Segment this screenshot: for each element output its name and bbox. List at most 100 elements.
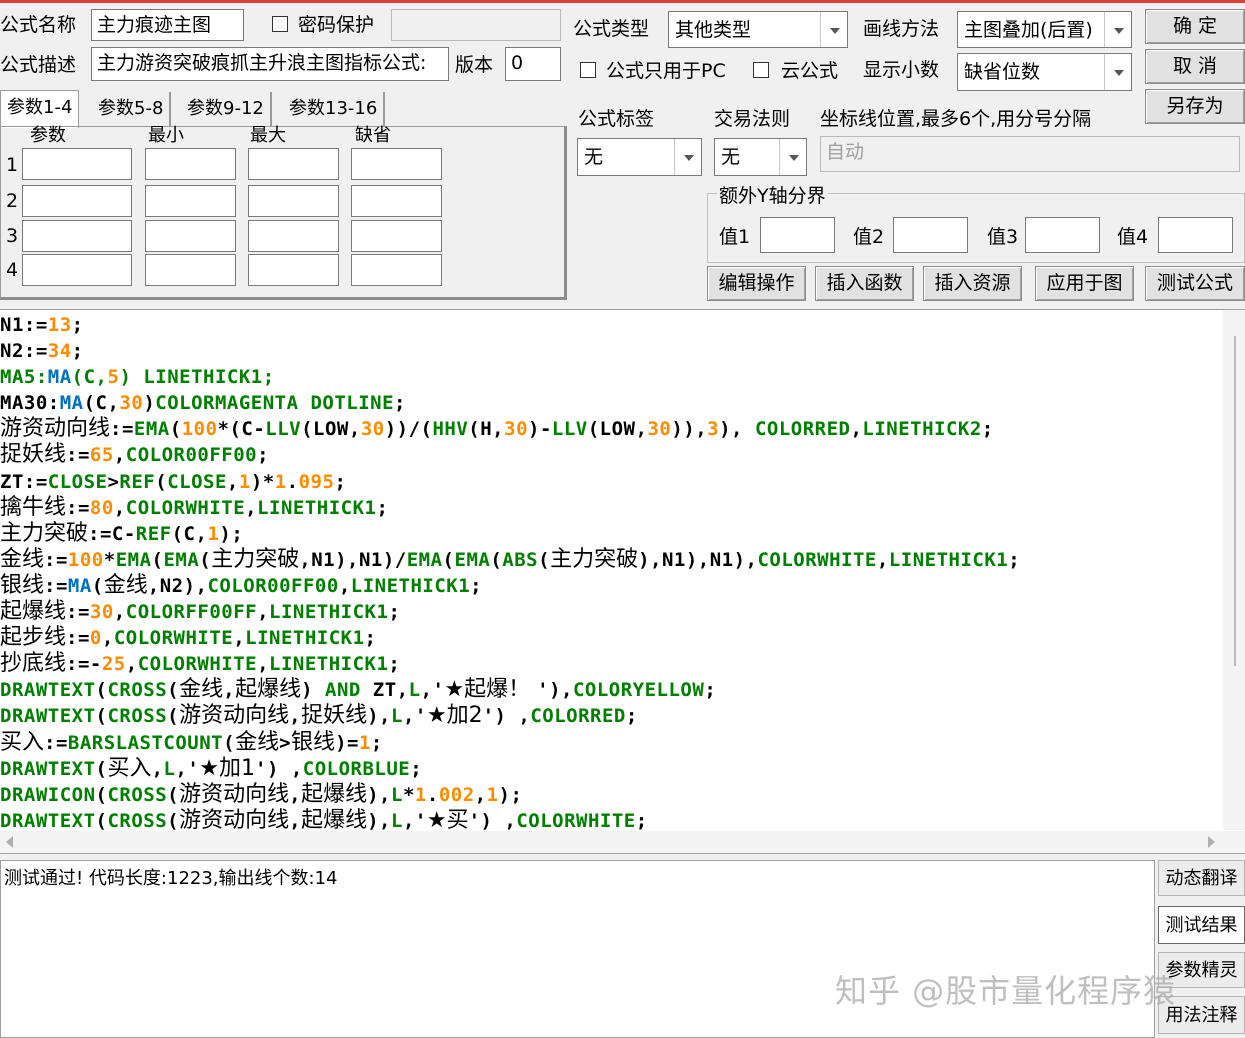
formula-desc-input[interactable]: 主力游资突破痕抓主升浪主图指标公式: bbox=[91, 47, 449, 81]
cancel-button[interactable]: 取 消 bbox=[1145, 49, 1245, 84]
save-as-button[interactable]: 另存为 bbox=[1145, 89, 1245, 124]
horizontal-scrollbar[interactable] bbox=[0, 831, 1245, 853]
param-min-input[interactable] bbox=[145, 148, 236, 180]
param-max-input[interactable] bbox=[248, 254, 339, 286]
scrollbar-thumb[interactable] bbox=[1234, 336, 1236, 666]
code-line[interactable]: 起爆线:=30,COLORFF00FF,LINETHICK1; bbox=[0, 599, 1020, 625]
chevron-down-icon[interactable] bbox=[674, 139, 701, 175]
code-line[interactable]: 银线:=MA(金线,N2),COLOR00FF00,LINETHICK1; bbox=[0, 573, 1020, 599]
code-token: , bbox=[245, 496, 258, 519]
code-token: 银线 bbox=[0, 572, 45, 598]
code-line[interactable]: 起步线:=0,COLORWHITE,LINETHICK1; bbox=[0, 625, 1020, 651]
chevron-down-icon[interactable] bbox=[1104, 54, 1131, 90]
code-line[interactable]: 金线:=100*EMA(EMA(主力突破,N1),N1)/EMA(EMA(ABS… bbox=[0, 547, 1020, 573]
code-line[interactable]: MA30:MA(C,30)COLORMAGENTA DOTLINE; bbox=[0, 390, 1020, 416]
code-token: ( bbox=[199, 548, 212, 571]
code-line[interactable]: DRAWTEXT(CROSS(金线,起爆线) AND ZT,L,'★起爆！ ')… bbox=[0, 677, 1020, 703]
param-name-input[interactable] bbox=[22, 220, 132, 252]
code-line[interactable]: 捉妖线:=65,COLOR00FF00; bbox=[0, 442, 1020, 468]
code-token: 65 bbox=[89, 444, 114, 467]
scroll-right-icon[interactable] bbox=[1208, 836, 1215, 848]
code-token: := bbox=[66, 444, 90, 467]
password-checkbox[interactable] bbox=[272, 16, 288, 32]
code-line[interactable]: N2:=34; bbox=[0, 338, 1020, 364]
code-text[interactable]: N1:=13; N2:=34; MA5:MA(C,5) LINETHICK1; MA3… bbox=[0, 312, 1020, 834]
chevron-down-icon[interactable] bbox=[820, 12, 847, 47]
chevron-down-icon[interactable] bbox=[779, 139, 806, 175]
value2-input[interactable] bbox=[893, 217, 968, 253]
code-token: 1 bbox=[358, 731, 371, 754]
code-token: CLOSE bbox=[47, 470, 108, 493]
value3-input[interactable] bbox=[1025, 217, 1100, 253]
code-token: 30 bbox=[504, 418, 529, 441]
param-min-input[interactable] bbox=[145, 185, 236, 217]
param-default-input[interactable] bbox=[351, 220, 442, 252]
axis-position-input[interactable]: 自动 bbox=[820, 136, 1240, 172]
code-line[interactable]: N1:=13; bbox=[0, 312, 1020, 338]
formula-name-input[interactable]: 主力痕迹主图 bbox=[91, 9, 244, 41]
code-line[interactable]: DRAWICON(CROSS(游资动向线,起爆线),L*1.002,1); bbox=[0, 782, 1020, 808]
code-line[interactable]: 抄底线:=-25,COLORWHITE,LINETHICK1; bbox=[0, 651, 1020, 677]
tab-params-9-12[interactable]: 参数9-12 bbox=[181, 92, 272, 126]
code-line[interactable]: DRAWTEXT(买入,L,'★加1') ,COLORBLUE; bbox=[0, 756, 1020, 782]
trade-rule-select[interactable]: 无 bbox=[714, 138, 807, 176]
param-name-input[interactable] bbox=[22, 254, 132, 286]
param-min-input[interactable] bbox=[145, 254, 236, 286]
code-token: ; bbox=[388, 601, 401, 624]
param-row-label: 1 bbox=[6, 154, 19, 176]
param-max-input[interactable] bbox=[248, 148, 339, 180]
code-token: := bbox=[44, 548, 68, 571]
param-row-label: 2 bbox=[6, 190, 19, 212]
code-line[interactable]: MA5:MA(C,5) LINETHICK1; bbox=[0, 364, 1020, 390]
cloud-checkbox[interactable] bbox=[753, 62, 769, 78]
tab-params-1-4[interactable]: 参数1-4 bbox=[0, 90, 80, 128]
test-result-text: 测试通过! 代码长度:1223,输出线个数:14 bbox=[4, 868, 338, 889]
code-line[interactable]: 主力突破:=C-REF(C,1); bbox=[0, 521, 1020, 547]
dynamic-translate-button[interactable]: 动态翻译 bbox=[1158, 860, 1245, 896]
formula-tag-value: 无 bbox=[584, 146, 604, 168]
code-token: (C, bbox=[171, 522, 208, 545]
code-token: COLORRED bbox=[754, 418, 851, 441]
insert-resource-button[interactable]: 插入资源 bbox=[923, 266, 1022, 301]
show-decimal-select[interactable]: 缺省位数 bbox=[957, 53, 1132, 91]
value1-label: 值1 bbox=[719, 226, 751, 248]
code-line[interactable]: DRAWTEXT(CROSS(游资动向线,捉妖线),L,'★加2') ,COLO… bbox=[0, 703, 1020, 729]
pc-only-checkbox[interactable] bbox=[580, 62, 596, 78]
param-name-input[interactable] bbox=[22, 148, 132, 180]
code-line[interactable]: DRAWTEXT(CROSS(游资动向线,起爆线),L,'★买') ,COLOR… bbox=[0, 808, 1020, 834]
param-default-input[interactable] bbox=[351, 254, 442, 286]
draw-method-select[interactable]: 主图叠加(后置) bbox=[957, 11, 1132, 48]
param-max-input[interactable] bbox=[248, 220, 339, 252]
test-result-button[interactable]: 测试结果 bbox=[1158, 906, 1245, 944]
tab-params-13-16[interactable]: 参数13-16 bbox=[283, 92, 386, 126]
param-default-input[interactable] bbox=[351, 185, 442, 217]
apply-to-chart-button[interactable]: 应用于图 bbox=[1035, 266, 1134, 301]
param-default-input[interactable] bbox=[351, 148, 442, 180]
code-line[interactable]: ZT:=CLOSE>REF(CLOSE,1)*1.095; bbox=[0, 469, 1020, 495]
code-token: , bbox=[151, 757, 164, 780]
code-token: 起爆线 bbox=[0, 599, 67, 625]
param-min-input[interactable] bbox=[145, 220, 236, 252]
param-max-input[interactable] bbox=[248, 185, 339, 217]
scroll-left-icon[interactable] bbox=[6, 836, 13, 848]
ok-button[interactable]: 确 定 bbox=[1145, 9, 1245, 44]
param-name-input[interactable] bbox=[22, 185, 132, 217]
code-line[interactable]: 擒牛线:=80,COLORWHITE,LINETHICK1; bbox=[0, 495, 1020, 521]
edit-operation-button[interactable]: 编辑操作 bbox=[707, 266, 806, 301]
test-formula-button[interactable]: 测试公式 bbox=[1145, 266, 1245, 301]
formula-type-select[interactable]: 其他类型 bbox=[668, 11, 848, 48]
formula-tag-select[interactable]: 无 bbox=[577, 138, 702, 176]
chevron-down-icon[interactable] bbox=[1104, 12, 1131, 47]
tab-params-5-8[interactable]: 参数5-8 bbox=[92, 92, 172, 126]
version-input[interactable]: 0 bbox=[505, 47, 561, 81]
code-editor[interactable]: N1:=13; N2:=34; MA5:MA(C,5) LINETHICK1; MA3… bbox=[0, 309, 1245, 854]
code-token: 买入 bbox=[107, 755, 152, 781]
insert-function-button[interactable]: 插入函数 bbox=[815, 266, 914, 301]
code-token: (LOW, bbox=[301, 418, 361, 441]
code-line[interactable]: 游资动向线:=EMA(100*(C-LLV(LOW,30))/(HHV(H,30… bbox=[0, 416, 1020, 442]
code-line[interactable]: 买入:=BARSLASTCOUNT(金线>银线)=1; bbox=[0, 730, 1020, 756]
value4-input[interactable] bbox=[1158, 217, 1233, 253]
value1-input[interactable] bbox=[760, 217, 835, 253]
vertical-scrollbar[interactable] bbox=[1223, 310, 1245, 830]
code-token: LINETHICK1 bbox=[245, 627, 365, 650]
